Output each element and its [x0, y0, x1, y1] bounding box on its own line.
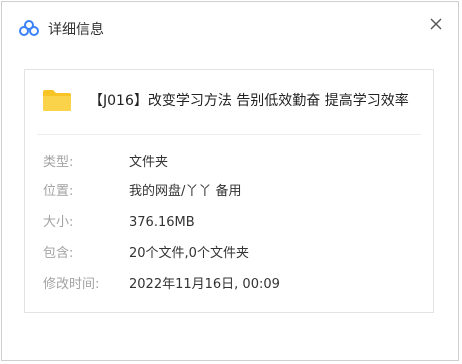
divider [37, 134, 421, 135]
folder-icon [43, 90, 71, 111]
dialog-title: 详细信息 [48, 22, 104, 38]
detail-value: 文件夹 [129, 155, 169, 170]
detail-label: 类型: [43, 155, 74, 170]
detail-label: 位置: [43, 184, 74, 199]
detail-value: 2022年11月16日, 00:09 [129, 277, 280, 292]
detail-value: 20个文件,0个文件夹 [129, 246, 249, 261]
detail-label: 包含: [43, 246, 74, 261]
title-bar: 详细信息 [2, 2, 458, 42]
detail-label: 大小: [43, 215, 74, 230]
details-panel: 【J016】改变学习方法 告别低效勤奋 提高学习效率 类型: 文件夹 位置: 我… [24, 69, 434, 313]
detail-label: 修改时间: [43, 277, 100, 292]
file-name: 【J016】改变学习方法 告别低效勤奋 提高学习效率 [89, 93, 409, 109]
cloud-logo-icon [19, 20, 39, 36]
detail-value: 376.16MB [129, 215, 195, 230]
details-dialog: 详细信息 【J016】改变学习方法 告别低效勤奋 提高学习效率 类型: 文件夹 … [1, 1, 459, 361]
detail-value: 我的网盘/丫丫 备用 [129, 184, 242, 199]
close-icon[interactable] [426, 14, 446, 34]
